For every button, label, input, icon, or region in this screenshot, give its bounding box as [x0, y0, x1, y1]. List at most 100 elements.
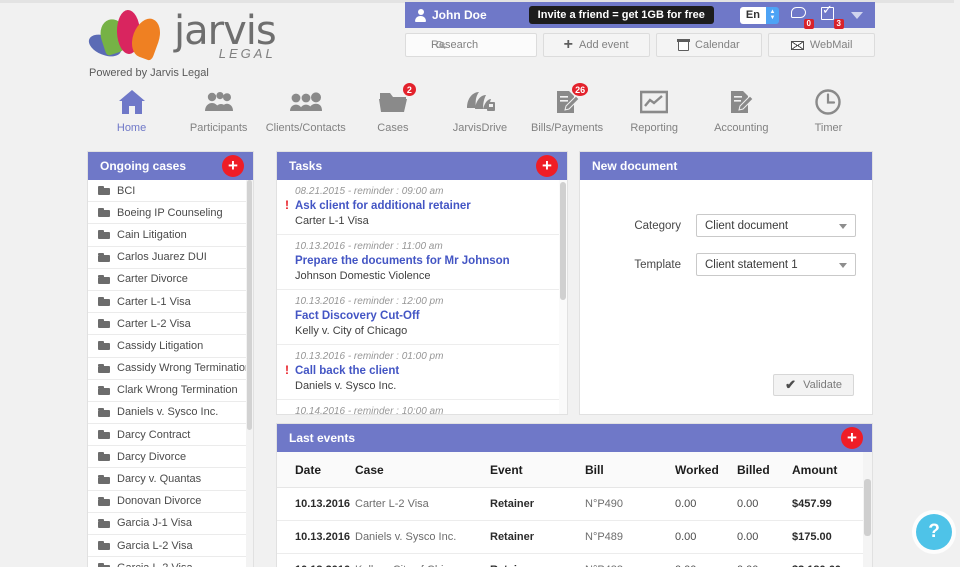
- folder-icon: [98, 518, 110, 528]
- ongoing-cases-scrollbar[interactable]: [246, 180, 253, 567]
- brand-logo[interactable]: jarvis LEGAL Powered by Jarvis Legal: [85, 8, 388, 80]
- folder-icon: [98, 385, 110, 395]
- last-events-scrollbar[interactable]: [863, 452, 872, 567]
- task-title-link[interactable]: Fact Discovery Cut-Off: [295, 310, 553, 322]
- calendar-button[interactable]: Calendar: [655, 33, 763, 57]
- chevron-down-icon: [839, 263, 847, 268]
- scrollbar-thumb[interactable]: [560, 182, 566, 300]
- add-case-button[interactable]: +: [222, 155, 244, 177]
- tasks-panel: Tasks + ! 08.21.2015 - reminder : 09:00 a…: [277, 152, 567, 414]
- scrollbar-thumb[interactable]: [864, 479, 871, 536]
- urgent-icon: [285, 406, 295, 414]
- category-select[interactable]: Client document: [696, 214, 856, 237]
- column-header[interactable]: Amount: [792, 452, 872, 488]
- case-list-item[interactable]: Darcy Divorce: [88, 446, 253, 469]
- case-list-item[interactable]: Cassidy Litigation: [88, 335, 253, 358]
- nav-item-cases[interactable]: 2 Cases: [349, 82, 436, 140]
- scrollbar-thumb[interactable]: [247, 180, 252, 430]
- case-name: Darcy Divorce: [117, 450, 187, 463]
- category-label: Category: [634, 219, 681, 232]
- case-list-item[interactable]: BCI: [88, 180, 253, 203]
- nav-item-bills-payments[interactable]: 26 Bills/Payments: [524, 82, 611, 140]
- table-row[interactable]: 10.13.2016Kelly v. City of ChicagoRetain…: [277, 553, 872, 567]
- task-list-item[interactable]: ! 10.13.2016 - reminder : 01:00 pm Call ba…: [277, 345, 567, 400]
- urgent-icon: !: [285, 363, 289, 377]
- urgent-icon: [285, 296, 295, 337]
- urgent-icon: !: [285, 198, 289, 212]
- ongoing-cases-title: Ongoing cases: [100, 159, 187, 173]
- column-header[interactable]: Bill: [585, 452, 675, 488]
- case-list-item[interactable]: Cassidy Wrong Termination: [88, 357, 253, 380]
- nav-item-home[interactable]: Home: [88, 86, 175, 140]
- messages-button[interactable]: 0: [791, 6, 814, 29]
- case-list-item[interactable]: Donovan Divorce: [88, 490, 253, 513]
- case-name: Carter L-1 Visa: [117, 295, 191, 308]
- case-list-item[interactable]: Daniels v. Sysco Inc.: [88, 401, 253, 425]
- case-list-item[interactable]: Garcia J-1 Visa: [88, 512, 253, 535]
- case-list-item[interactable]: Garcia L-2 Visa: [88, 557, 253, 567]
- task-list-item[interactable]: 10.13.2016 - reminder : 11:00 am Prepare …: [277, 235, 567, 290]
- nav-item-label: Cases: [377, 122, 409, 134]
- nav-item-participants[interactable]: Participants: [175, 86, 262, 140]
- tasks-scrollbar[interactable]: [559, 180, 567, 414]
- case-list-item[interactable]: Clark Wrong Termination: [88, 379, 253, 402]
- folder-icon: [98, 252, 110, 262]
- task-list-item[interactable]: 10.14.2016 - reminder : 10:00 amExpert W…: [277, 400, 567, 414]
- nav-item-clients-contacts[interactable]: Clients/Contacts: [262, 86, 349, 140]
- new-document-form: Category Client document Template Client…: [580, 180, 872, 276]
- template-select[interactable]: Client statement 1: [696, 253, 856, 276]
- table-cell: 10.13.2016: [277, 553, 355, 567]
- column-header[interactable]: Event: [490, 452, 585, 488]
- case-list-item[interactable]: Darcy v. Quantas: [88, 468, 253, 491]
- column-header[interactable]: Worked: [675, 452, 737, 488]
- folder-icon: [98, 496, 110, 506]
- task-list-item[interactable]: 10.13.2016 - reminder : 12:00 pm Fact Dis…: [277, 290, 567, 345]
- case-list-item[interactable]: Carlos Juarez DUI: [88, 246, 253, 269]
- table-row[interactable]: 10.13.2016 Carter L-2 Visa Retainer N°P490 0…: [277, 487, 872, 521]
- case-name: Garcia J-1 Visa: [117, 517, 192, 530]
- task-title-link[interactable]: Prepare the documents for Mr Johnson: [295, 255, 553, 267]
- tasks-button[interactable]: 3: [821, 3, 844, 29]
- nav-item-jarvisdrive[interactable]: JarvisDrive: [436, 86, 523, 140]
- add-event-row-button[interactable]: +: [841, 427, 863, 449]
- table-cell: 0.00: [737, 487, 792, 521]
- last-events-scroll: Date Case Event Bill Worked Billed Amount 10.1…: [277, 452, 872, 567]
- task-reminder: 10.13.2016 - reminder : 11:00 am: [295, 241, 443, 252]
- search-input[interactable]: Research: [405, 33, 537, 57]
- column-header[interactable]: Case: [355, 452, 490, 488]
- webmail-button[interactable]: WebMail: [768, 33, 875, 57]
- template-value: Client statement 1: [705, 258, 798, 271]
- table-cell: Retainer: [490, 520, 585, 554]
- validate-button[interactable]: ✔ Validate: [773, 374, 854, 396]
- case-list-item[interactable]: Darcy Contract: [88, 424, 253, 447]
- chevron-down-icon[interactable]: [851, 11, 863, 19]
- nav-item-timer[interactable]: Timer: [785, 86, 872, 140]
- add-event-button[interactable]: + Add event: [542, 33, 650, 57]
- case-list-item[interactable]: Cain Litigation: [88, 224, 253, 247]
- nav-item-reporting[interactable]: Reporting: [611, 86, 698, 140]
- column-header[interactable]: Billed: [737, 452, 792, 488]
- nav-item-accounting[interactable]: Accounting: [698, 86, 785, 140]
- case-list-item[interactable]: Garcia L-2 Visa: [88, 535, 253, 558]
- task-body: 10.13.2016 - reminder : 01:00 pm Call bac…: [295, 351, 553, 392]
- help-button[interactable]: ?: [916, 514, 952, 550]
- table-row[interactable]: 10.13.2016 Daniels v. Sysco Inc. Retainer N…: [277, 520, 872, 554]
- task-title-link[interactable]: Ask client for additional retainer: [295, 200, 553, 212]
- task-list-item[interactable]: ! 08.21.2015 - reminder : 09:00 am Ask cli…: [277, 180, 567, 235]
- add-event-label: Add event: [579, 39, 629, 51]
- case-list-item[interactable]: Carter Divorce: [88, 268, 253, 291]
- case-list-item[interactable]: Boeing IP Counseling: [88, 202, 253, 225]
- case-list-item[interactable]: Carter L-2 Visa: [88, 313, 253, 336]
- new-document-title: New document: [592, 159, 678, 173]
- table-cell: 10.13.2016: [277, 487, 355, 521]
- invite-friend-banner[interactable]: Invite a friend = get 1GB for free: [528, 6, 714, 24]
- task-title-link[interactable]: Call back the client: [295, 365, 553, 377]
- user-menu[interactable]: John Doe: [415, 8, 487, 22]
- case-name: Carter L-2 Visa: [117, 317, 191, 330]
- case-list-item[interactable]: Carter L-1 Visa: [88, 290, 253, 314]
- urgent-icon: [285, 241, 295, 282]
- add-task-button[interactable]: +: [536, 155, 558, 177]
- table-cell: $175.00: [792, 520, 872, 554]
- column-header[interactable]: Date: [277, 452, 355, 488]
- language-selector[interactable]: En ▲ ▼: [739, 6, 779, 24]
